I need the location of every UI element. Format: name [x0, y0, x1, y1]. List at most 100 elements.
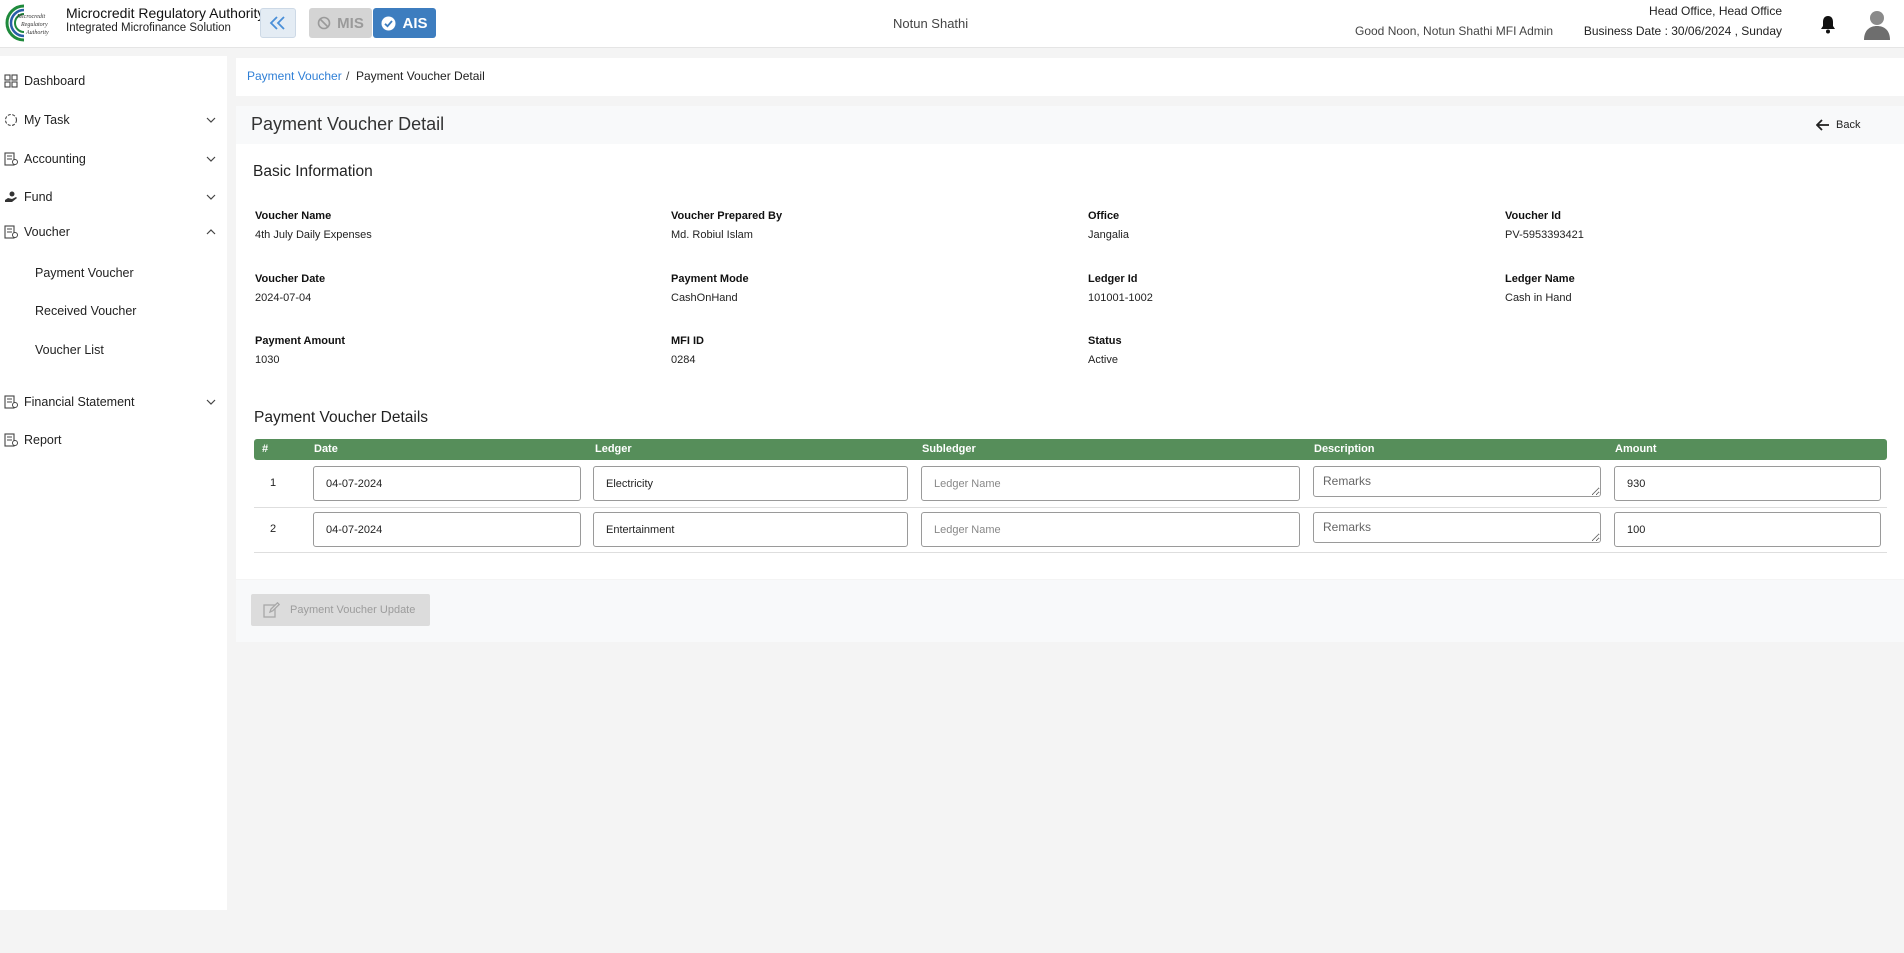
back-label: Back [1836, 119, 1861, 131]
date-input[interactable] [313, 512, 581, 547]
ledger-id-label: Ledger Id [1088, 273, 1138, 285]
mfi-id-label: MFI ID [671, 335, 704, 347]
back-button[interactable]: Back [1816, 115, 1860, 135]
basic-information-title: Basic Information [253, 163, 373, 180]
chevron-down-icon [206, 117, 216, 123]
mra-logo-icon: Microcredit Regulatory Authority [5, 4, 49, 42]
sidebar: Dashboard My Task Accounting Fund Vouche… [0, 56, 227, 910]
sidebar-item-voucher[interactable]: Voucher [0, 218, 227, 246]
breadcrumb-link-payment-voucher[interactable]: Payment Voucher [247, 69, 342, 83]
ban-icon [317, 16, 331, 30]
sidebar-item-label: Financial Statement [24, 395, 135, 409]
sidebar-item-label: Fund [24, 190, 53, 204]
voucher-prepared-by-value: Md. Robiul Islam [671, 229, 753, 241]
sidebar-item-label: Voucher [24, 225, 70, 239]
ledger-id-value: 101001-1002 [1088, 292, 1153, 304]
grid-icon [4, 74, 18, 88]
top-header: Microcredit Regulatory Authority Microcr… [0, 0, 1904, 48]
amount-input[interactable] [1614, 466, 1881, 501]
sidebar-item-label: Accounting [24, 152, 86, 166]
sidebar-item-fund[interactable]: Fund [0, 183, 227, 211]
svg-text:Authority: Authority [25, 30, 49, 36]
subledger-input[interactable] [921, 466, 1300, 501]
statement-icon [4, 395, 18, 409]
task-icon [4, 113, 18, 127]
sidebar-item-report[interactable]: Report [0, 426, 227, 454]
amount-input[interactable] [1614, 512, 1881, 547]
brand-subtitle: Integrated Microfinance Solution [66, 22, 231, 34]
sidebar-subitem-voucher-list[interactable]: Voucher List [35, 343, 104, 357]
module-mis-button[interactable]: MIS [309, 8, 372, 38]
subledger-input[interactable] [921, 512, 1300, 547]
chevron-up-icon [206, 229, 216, 235]
edit-icon [263, 602, 280, 618]
row-divider [254, 507, 1887, 508]
column-header-amount: Amount [1615, 443, 1657, 455]
voucher-name-label: Voucher Name [255, 210, 332, 222]
voucher-id-label: Voucher Id [1505, 210, 1562, 222]
voucher-name-value: 4th July Daily Expenses [255, 229, 372, 241]
row-number: 1 [270, 477, 277, 489]
svg-text:Regulatory: Regulatory [20, 22, 48, 28]
sidebar-item-label: Report [24, 433, 62, 447]
page-title: Payment Voucher Detail [251, 114, 445, 134]
voucher-date-value: 2024-07-04 [255, 292, 312, 304]
status-value: Active [1088, 354, 1118, 366]
mfi-id-value: 0284 [671, 354, 696, 366]
sidebar-item-my-task[interactable]: My Task [0, 106, 227, 134]
ledger-name-value: Cash in Hand [1505, 292, 1572, 304]
sidebar-subitem-payment-voucher[interactable]: Payment Voucher [35, 266, 134, 280]
module-ais-button[interactable]: AIS [373, 8, 436, 38]
page-title-bar: Payment Voucher Detail Back [236, 106, 1904, 144]
chevron-down-icon [206, 194, 216, 200]
office-name: Head Office, Head Office [1649, 4, 1782, 18]
office-label: Office [1088, 210, 1120, 222]
brand-title: Microcredit Regulatory Authority [66, 5, 265, 21]
check-circle-icon [381, 16, 396, 30]
sidebar-item-label: Dashboard [24, 74, 86, 88]
bell-icon[interactable] [1819, 14, 1837, 34]
column-header-number: # [262, 443, 269, 455]
voucher-id-value: PV-5953393421 [1505, 229, 1584, 241]
sidebar-item-financial-statement[interactable]: Financial Statement [0, 388, 227, 416]
sidebar-collapse-button[interactable] [260, 8, 296, 38]
payment-mode-label: Payment Mode [671, 273, 749, 285]
ledger-name-label: Ledger Name [1505, 273, 1575, 285]
description-textarea[interactable] [1313, 466, 1601, 497]
module-ais-label: AIS [402, 14, 428, 32]
double-chevron-left-icon [269, 16, 285, 30]
payment-mode-value: CashOnHand [671, 292, 738, 304]
ledger-input[interactable] [593, 512, 908, 547]
report-icon [4, 433, 18, 447]
sidebar-subitem-received-voucher[interactable]: Received Voucher [35, 304, 136, 318]
column-header-date: Date [314, 443, 338, 455]
accounting-icon [4, 152, 18, 166]
office-value: Jangalia [1088, 229, 1129, 241]
sidebar-item-accounting[interactable]: Accounting [0, 145, 227, 173]
payment-voucher-update-button[interactable]: Payment Voucher Update [251, 594, 430, 626]
status-label: Status [1088, 335, 1122, 347]
voucher-prepared-by-label: Voucher Prepared By [671, 210, 783, 222]
svg-text:Microcredit: Microcredit [16, 14, 46, 20]
details-table-header: # Date Ledger Subledger Description Amou… [254, 439, 1887, 460]
sidebar-item-dashboard[interactable]: Dashboard [0, 67, 227, 95]
arrow-left-icon [1816, 119, 1829, 131]
date-input[interactable] [313, 466, 581, 501]
column-header-subledger: Subledger [922, 443, 976, 455]
chevron-down-icon [206, 399, 216, 405]
column-header-description: Description [1314, 443, 1375, 455]
user-greeting: Good Noon, Notun Shathi MFI Admin [1355, 24, 1554, 38]
description-textarea[interactable] [1313, 512, 1601, 543]
organization-name: Notun Shathi [893, 16, 969, 31]
hand-money-icon [5, 191, 17, 202]
user-avatar-icon[interactable] [1862, 8, 1892, 40]
ledger-input[interactable] [593, 466, 908, 501]
sidebar-item-label: My Task [24, 113, 70, 127]
voucher-date-label: Voucher Date [255, 273, 326, 285]
business-date: Business Date : 30/06/2024 , Sunday [1583, 24, 1782, 38]
column-header-ledger: Ledger [595, 443, 632, 455]
payment-voucher-details-title: Payment Voucher Details [254, 409, 429, 426]
row-number: 2 [270, 523, 277, 535]
chevron-down-icon [206, 156, 216, 162]
action-bar: Payment Voucher Update [236, 580, 1904, 642]
